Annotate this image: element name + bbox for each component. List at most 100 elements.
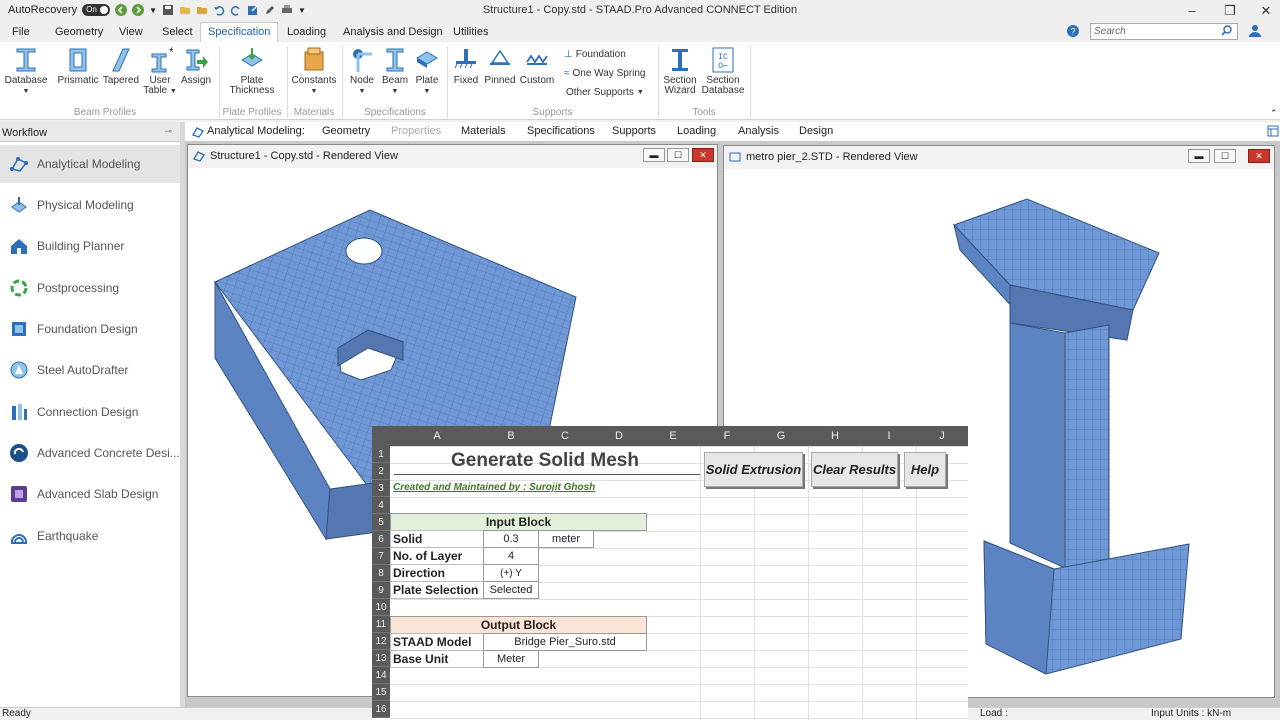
staad-model-cell[interactable]: Bridge Pier_Suro.std [483,633,647,651]
minimize-icon[interactable]: ▬ [643,148,665,162]
row-header[interactable]: 7 [372,548,390,565]
tab-utilities[interactable]: Utilities [453,26,488,38]
row-header[interactable]: 16 [372,701,390,718]
tab-select[interactable]: Select [162,26,193,38]
section-wizard-button[interactable]: Section Wizard [660,46,700,96]
maximize-icon[interactable]: ☐ [667,148,689,162]
row-header[interactable]: 4 [372,497,390,514]
other-supports-button[interactable]: Other Supports ▼ [566,87,644,98]
pinned-button[interactable]: Pinned [482,46,518,86]
solid-extrusion-button[interactable]: Solid Extrusion [704,452,803,487]
page-control-icon[interactable] [1267,125,1279,137]
workflow-item-postprocessing[interactable]: Postprocessing [0,269,180,307]
plate-thickness-button[interactable]: Plate Thickness [226,46,278,96]
tab-file[interactable]: File [12,26,30,38]
tab-materials[interactable]: Materials [461,125,506,137]
foundation-button[interactable]: ⊥ Foundation [564,49,626,60]
window-title-bar[interactable]: metro pier_2.STD - Rendered View ▬ ☐ ✕ [724,146,1274,169]
plate-button[interactable]: Plate ▼ [411,46,443,97]
direction-cell[interactable]: (+) Y [483,564,539,582]
row-header[interactable]: 2 [372,463,390,480]
constants-button[interactable]: Constants ▼ [290,46,338,97]
tapered-button[interactable]: Tapered [100,46,142,86]
column-header[interactable]: F [700,426,754,446]
workflow-item-foundation-design[interactable]: Foundation Design [0,310,180,348]
column-header[interactable]: I [862,426,916,446]
close-icon[interactable]: ✕ [1248,149,1270,163]
help-button[interactable]: Help [904,452,946,487]
base-unit-cell[interactable]: Meter [483,650,539,668]
tab-view[interactable]: View [119,26,143,38]
prismatic-button[interactable]: Prismatic [56,46,100,86]
row-header[interactable]: 1 [372,446,390,463]
workflow-item-advanced-slab-design[interactable]: Advanced Slab Design [0,475,180,513]
close-icon[interactable]: ✕ [692,148,714,162]
postprocessing-icon [10,279,28,297]
row-header[interactable]: 11 [372,616,390,633]
minimize-icon[interactable]: – [1182,3,1202,18]
layers-cell[interactable]: 4 [483,547,539,565]
workflow-item-analytical-modeling[interactable]: Analytical Modeling [0,145,180,183]
beam-button[interactable]: Beam ▼ [379,46,411,97]
plate-selection-cell[interactable]: Selected [483,581,539,599]
workflow-item-connection-design[interactable]: Connection Design [0,393,180,431]
column-header[interactable]: B [484,426,538,446]
database-button[interactable]: Database ▼ [4,46,48,97]
thickness-unit-cell[interactable]: meter [538,530,594,548]
column-header[interactable]: E [646,426,700,446]
workflow-item-physical-modeling[interactable]: Physical Modeling [0,186,180,224]
section-database-button[interactable]: IC O⌐ Section Database [700,46,746,96]
tab-geometry[interactable]: Geometry [55,26,103,38]
workflow-item-steel-autodrafter[interactable]: Steel AutoDrafter [0,351,180,389]
close-icon[interactable]: ✕ [1256,3,1276,19]
tab-properties[interactable]: Properties [391,125,441,137]
row-header[interactable]: 10 [372,599,390,616]
collapse-ribbon-icon[interactable]: ⌃ [1270,108,1278,119]
one-way-spring-button[interactable]: ≈ One Way Spring [564,68,646,79]
tab-specification[interactable]: Specification [200,22,279,43]
search-input[interactable]: Search [1090,23,1238,40]
custom-button[interactable]: Custom [518,46,556,86]
tab-specifications[interactable]: Specifications [527,125,595,137]
column-header[interactable]: G [754,426,808,446]
row-header[interactable]: 9 [372,582,390,599]
help-icon[interactable]: ? [1067,25,1079,37]
row-header[interactable]: 15 [372,684,390,701]
minimize-icon[interactable]: ▬ [1188,149,1210,163]
tab-loading[interactable]: Loading [287,26,326,38]
row-header[interactable]: 5 [372,514,390,531]
tab-supports[interactable]: Supports [612,125,656,137]
row-header[interactable]: 6 [372,531,390,548]
user-table-button[interactable]: * User Table ▼ [142,46,178,97]
tab-analysis[interactable]: Analysis [738,125,779,137]
restore-icon[interactable]: ❐ [1220,3,1240,19]
column-header[interactable]: H [808,426,862,446]
window-title-bar[interactable]: Structure1 - Copy.std - Rendered View ▬ … [188,145,717,168]
clear-results-button[interactable]: Clear Results [811,452,898,487]
tab-geometry[interactable]: Geometry [322,125,370,137]
row-header[interactable]: 12 [372,633,390,650]
search-icon[interactable] [1221,25,1232,36]
column-header[interactable]: J [916,426,968,446]
tab-loading[interactable]: Loading [677,125,716,137]
workflow-item-advanced-concrete-design[interactable]: Advanced Concrete Desi... [0,434,180,472]
select-all-corner[interactable] [372,426,390,446]
column-header[interactable]: A [390,426,484,446]
row-header[interactable]: 3 [372,480,390,497]
column-header[interactable]: C [538,426,592,446]
workflow-item-earthquake[interactable]: Earthquake [0,517,180,555]
assign-button[interactable]: Assign [178,46,214,86]
row-header[interactable]: 14 [372,667,390,684]
workflow-item-building-planner[interactable]: Building Planner [0,227,180,265]
pin-icon[interactable]: ⊸ [164,126,172,137]
solid-thickness-cell[interactable]: 0.3 [483,530,539,548]
fixed-button[interactable]: Fixed [450,46,482,86]
row-header[interactable]: 13 [372,650,390,667]
node-button[interactable]: Node ▼ [345,46,379,97]
tab-analysis-design[interactable]: Analysis and Design [343,26,443,38]
user-icon[interactable] [1248,24,1262,38]
column-header[interactable]: D [592,426,646,446]
row-header[interactable]: 8 [372,565,390,582]
tab-design[interactable]: Design [799,125,833,137]
maximize-icon[interactable]: ☐ [1214,149,1236,163]
